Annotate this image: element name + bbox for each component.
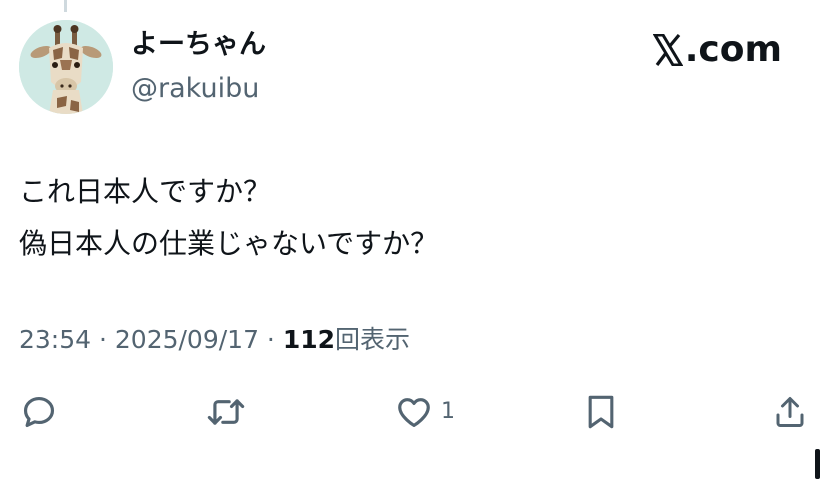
bookmark-button[interactable] [584,390,618,434]
post-time[interactable]: 23:54 [19,325,91,354]
reply-button[interactable] [20,390,58,434]
post-text: これ日本人ですか？ 偽日本人の仕業じゃないですか？ [19,166,438,270]
post-text-line: これ日本人ですか？ [19,175,272,208]
author-handle[interactable]: @rakuibu [131,72,259,106]
share-button[interactable] [772,390,808,434]
post-text-line: 偽日本人の仕業じゃないですか？ [19,227,439,260]
views-label: 回表示 [335,325,411,354]
reply-icon [23,396,55,428]
like-count: 1 [441,399,455,424]
brand-domain-text: .com [684,29,782,70]
x-logo-icon [652,34,683,66]
bookmark-icon [588,395,614,429]
scrollbar-handle[interactable] [815,449,820,479]
like-button[interactable]: 1 [395,390,455,434]
repost-icon [207,399,245,425]
action-bar: 1 [0,390,828,434]
post-date[interactable]: 2025/09/17 [115,325,259,354]
x-brand: .com [652,28,782,72]
avatar[interactable] [19,20,113,114]
giraffe-avatar-icon [19,20,113,114]
thread-line [64,0,67,12]
meta-separator: · [91,325,115,354]
repost-button[interactable] [205,390,247,434]
views-count: 112 [282,325,336,354]
post-meta: 23:54 · 2025/09/17 · 112回表示 [19,322,410,358]
share-icon [776,397,804,427]
heart-icon [398,398,430,428]
meta-separator: · [258,325,283,354]
author-display-name[interactable]: よーちゃん [131,28,266,62]
